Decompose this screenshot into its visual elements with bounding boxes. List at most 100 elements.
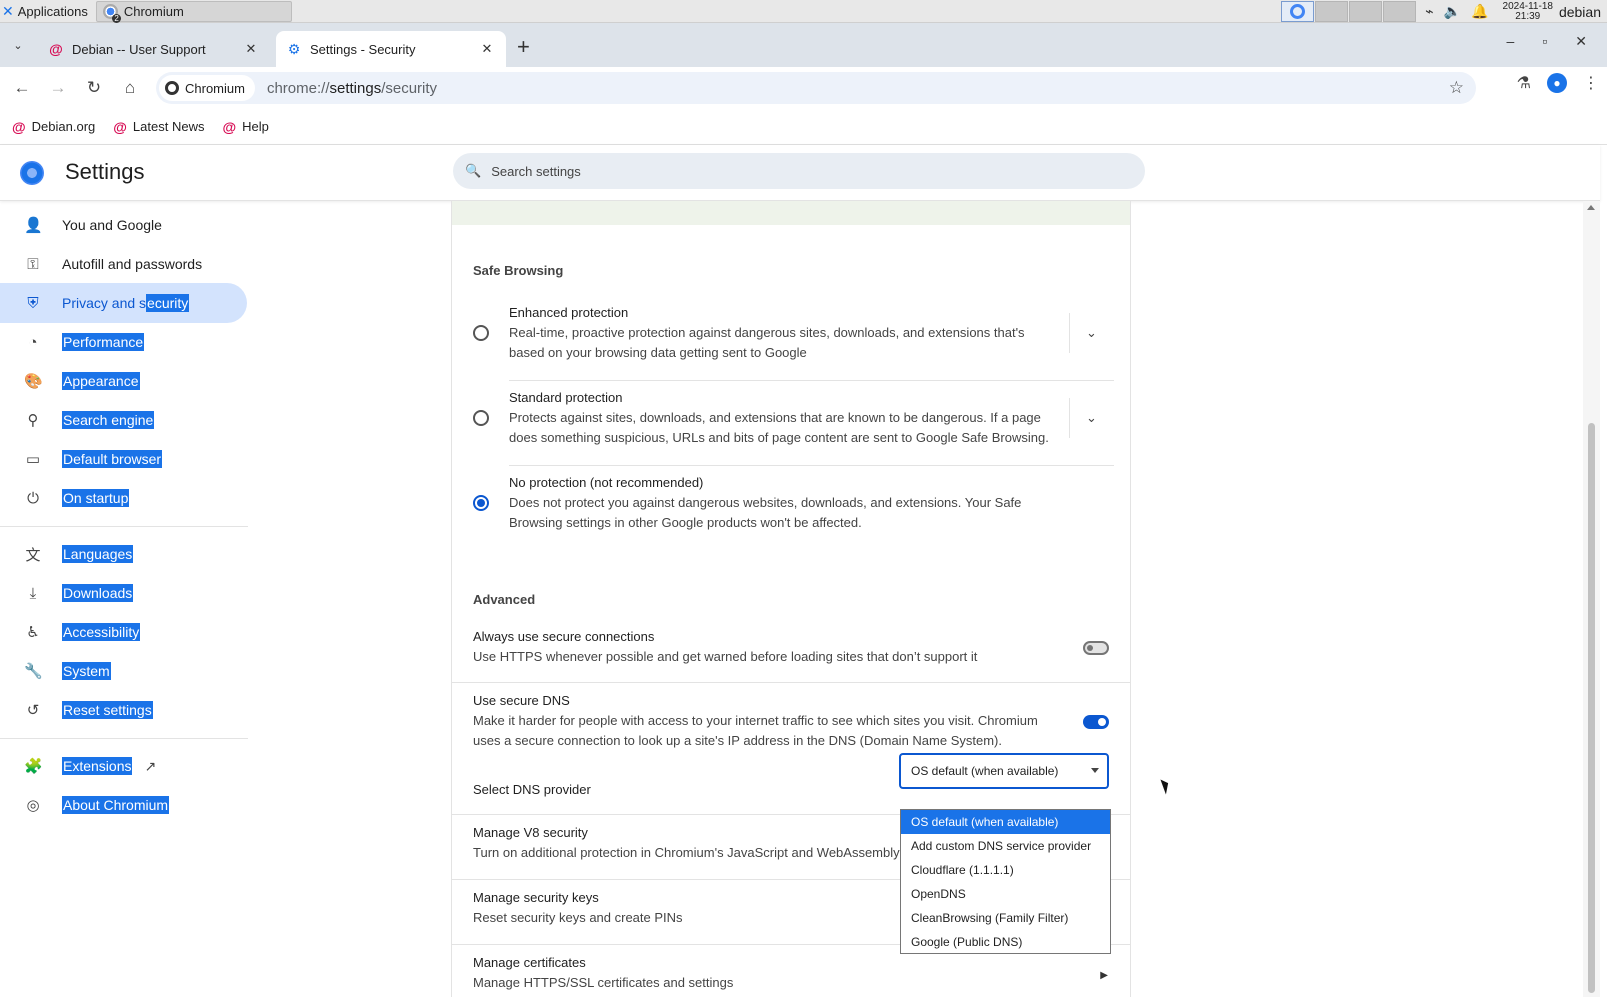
- bookmark-help[interactable]: @ Help: [222, 119, 268, 135]
- sidebar-item-reset-settings[interactable]: ↺ Reset settings: [0, 690, 247, 730]
- profile-avatar-icon[interactable]: ●: [1547, 73, 1567, 93]
- close-window-icon[interactable]: ✕: [1575, 33, 1587, 50]
- sidebar-item-languages[interactable]: 文 Languages: [0, 534, 247, 574]
- settings-sidebar: 👤 You and Google ⚿ Autofill and passwords …: [0, 201, 248, 997]
- volume-icon[interactable]: 🔈: [1444, 3, 1461, 20]
- sidebar-item-autofill[interactable]: ⚿ Autofill and passwords: [0, 244, 247, 284]
- radio-standard-protection[interactable]: Standard protection Protects against sit…: [473, 388, 1113, 450]
- applications-label: Applications: [17, 3, 88, 19]
- sidebar-item-appearance[interactable]: 🎨 Appearance: [0, 361, 247, 401]
- dns-option[interactable]: CleanBrowsing (Family Filter): [901, 906, 1110, 930]
- bookmark-latest-news[interactable]: @ Latest News: [113, 119, 204, 135]
- minimize-icon[interactable]: –: [1507, 33, 1515, 50]
- dns-option[interactable]: OpenDNS: [901, 882, 1110, 906]
- power-icon: ⏻: [27, 489, 39, 507]
- https-toggle[interactable]: [1083, 641, 1109, 655]
- debian-swirl-icon: @: [113, 118, 127, 135]
- new-tab-button[interactable]: +: [517, 34, 530, 60]
- close-icon[interactable]: ✕: [242, 41, 260, 57]
- divider: [452, 682, 1130, 683]
- reset-icon: ↺: [26, 702, 40, 719]
- menu-kebab-icon[interactable]: ⋮: [1583, 73, 1599, 93]
- taskbar-label: Chromium: [123, 3, 184, 19]
- tab-search-button[interactable]: ⌄: [6, 33, 30, 57]
- page-scrollbar[interactable]: [1583, 201, 1600, 997]
- dropdown-caret-icon: [1091, 768, 1099, 773]
- mouse-cursor-icon: [1160, 777, 1172, 795]
- sidebar-item-system[interactable]: 🔧 System: [0, 651, 247, 691]
- taskbar-chromium[interactable]: 2 Chromium: [95, 0, 292, 23]
- https-setting-row[interactable]: Always use secure connections Use HTTPS …: [473, 627, 1113, 667]
- sidebar-item-extensions[interactable]: 🧩 Extensions ↗: [0, 746, 247, 786]
- back-icon[interactable]: ←: [4, 73, 40, 103]
- radio-button[interactable]: [473, 325, 489, 341]
- address-bar[interactable]: Chromium chrome://settings/security ☆: [156, 72, 1476, 104]
- url-text[interactable]: chrome://settings/security: [267, 80, 437, 97]
- translate-icon: 文: [25, 546, 41, 564]
- speedometer-icon: ◔: [28, 333, 38, 351]
- labs-flask-icon[interactable]: ⚗: [1517, 73, 1531, 93]
- sidebar-item-on-startup[interactable]: ⏻ On startup: [0, 478, 247, 518]
- tab-settings-security[interactable]: ⚙ Settings - Security ✕: [276, 31, 506, 67]
- site-chip[interactable]: Chromium: [159, 75, 255, 101]
- radio-enhanced-protection[interactable]: Enhanced protection Real-time, proactive…: [473, 303, 1113, 365]
- sidebar-item-default-browser[interactable]: ▭ Default browser: [0, 439, 247, 479]
- workspace-1[interactable]: [1281, 1, 1315, 22]
- close-icon[interactable]: ✕: [478, 41, 496, 57]
- applications-menu[interactable]: ✕ Applications: [0, 0, 92, 23]
- reload-icon[interactable]: ↻: [76, 73, 112, 103]
- scrollbar-thumb[interactable]: [1588, 423, 1595, 993]
- dns-option[interactable]: Add custom DNS service provider: [901, 834, 1110, 858]
- radio-button[interactable]: [473, 410, 489, 426]
- network-icon[interactable]: ⌁: [1425, 3, 1433, 20]
- radio-no-protection[interactable]: No protection (not recommended) Does not…: [473, 473, 1113, 535]
- safe-browsing-title: Safe Browsing: [473, 263, 564, 278]
- dns-option[interactable]: OS default (when available): [901, 810, 1110, 834]
- maximize-icon[interactable]: ▫: [1542, 33, 1547, 50]
- secure-dns-toggle[interactable]: [1083, 715, 1109, 729]
- sidebar-item-performance[interactable]: ◔ Performance: [0, 322, 247, 362]
- person-icon: 👤: [24, 217, 43, 234]
- home-icon[interactable]: ⌂: [112, 73, 148, 103]
- sidebar-item-downloads[interactable]: ⤓ Downloads: [0, 573, 247, 613]
- radio-button-selected[interactable]: [473, 495, 489, 511]
- scroll-up-icon[interactable]: [1587, 205, 1595, 210]
- chevron-down-icon[interactable]: ⌄: [1069, 398, 1113, 438]
- dns-option[interactable]: Google (Public DNS): [901, 930, 1110, 954]
- gear-icon: ⚙: [287, 40, 301, 57]
- forward-icon[interactable]: →: [40, 73, 76, 103]
- workspace-4[interactable]: [1383, 1, 1417, 22]
- chromium-icon: [1290, 4, 1306, 19]
- sidebar-item-about[interactable]: ◎ About Chromium: [0, 785, 247, 825]
- chromium-icon: [165, 81, 179, 95]
- palette-icon: 🎨: [24, 373, 43, 390]
- chromium-settings-logo-icon: [20, 161, 44, 185]
- divider: [509, 380, 1114, 381]
- tab-debian-support[interactable]: @ Debian -- User Support ✕: [38, 31, 270, 67]
- sidebar-item-privacy[interactable]: ⛨ Privacy and s ecurity: [0, 283, 247, 323]
- workspace-3[interactable]: [1349, 1, 1383, 22]
- dns-provider-select[interactable]: OS default (when available): [899, 753, 1109, 789]
- certificates-row[interactable]: Manage certificates Manage HTTPS/SSL cer…: [473, 953, 1113, 993]
- puzzle-icon: 🧩: [24, 758, 43, 775]
- secure-dns-setting-row[interactable]: Use secure DNS Make it harder for people…: [473, 691, 1113, 751]
- debian-swirl-icon: @: [222, 118, 237, 135]
- sidebar-item-accessibility[interactable]: ♿ Accessibility: [0, 612, 247, 652]
- browser-toolbar: ← → ↻ ⌂ Chromium chrome://settings/secur…: [0, 67, 1607, 109]
- search-input[interactable]: 🔍 Search settings: [453, 153, 1145, 189]
- bookmark-star-icon[interactable]: ☆: [1449, 78, 1464, 98]
- dns-option[interactable]: Cloudflare (1.1.1.1): [901, 858, 1110, 882]
- bell-icon[interactable]: 🔔: [1471, 3, 1488, 20]
- user-name[interactable]: debian: [1559, 4, 1607, 20]
- sidebar-item-search-engine[interactable]: ⚲ Search engine: [0, 400, 247, 440]
- tab-strip: ⌄ @ Debian -- User Support ✕ ⚙ Settings …: [0, 23, 1607, 67]
- bookmark-debian-org[interactable]: @ Debian.org: [12, 119, 95, 135]
- chromium-icon: ◎: [26, 797, 40, 814]
- search-icon: ⚲: [27, 412, 39, 429]
- chevron-down-icon[interactable]: ⌄: [1069, 313, 1113, 353]
- workspace-2[interactable]: [1315, 1, 1349, 22]
- download-icon: ⤓: [29, 584, 37, 602]
- sidebar-item-you-and-google[interactable]: 👤 You and Google: [0, 205, 247, 245]
- clock[interactable]: 2024-11-18 21:39: [1497, 1, 1559, 22]
- arrow-right-icon: ▶: [1100, 970, 1108, 981]
